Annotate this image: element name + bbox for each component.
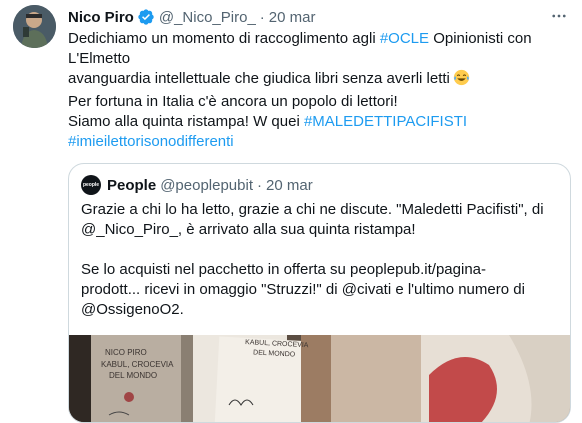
more-options-icon[interactable]	[548, 5, 570, 27]
quoted-tweet-date: 20 mar	[266, 176, 313, 194]
author-handle[interactable]: @_Nico_Piro_	[159, 9, 256, 26]
laughing-tears-emoji-icon	[453, 69, 470, 92]
text-line: @_Nico_Piro_, è arrivato alla sua quinta…	[81, 221, 416, 238]
quoted-tweet-header: people People @peoplepubit · 20 mar	[81, 175, 313, 195]
text-segment: Per fortuna in Italia c'è ancora un popo…	[68, 93, 398, 110]
separator-dot: ·	[257, 176, 262, 194]
hashtag-link[interactable]: #OCLE	[380, 30, 429, 47]
book-title-line: DEL MONDO	[109, 371, 157, 380]
book-author: NICO PIRO	[105, 348, 147, 357]
text-line: prodott... ricevi in omaggio "Struzzi!" …	[81, 281, 525, 298]
verified-badge-icon	[137, 8, 155, 26]
quoted-author-name: People	[107, 176, 157, 194]
text-line: Grazie a chi lo ha letto, grazie a chi n…	[81, 201, 544, 218]
quoted-author-handle: @peoplepubit	[160, 176, 253, 194]
text-segment: Opinionisti con	[429, 30, 532, 47]
tweet-text: Dedichiamo un momento di raccoglimento a…	[68, 29, 573, 152]
text-line: Dedichiamo un momento di raccoglimento a…	[68, 29, 573, 49]
quoted-media-image[interactable]: NICO PIRO KABUL, CROCEVIA DEL MONDO KABU…	[69, 335, 570, 422]
text-line: L'Elmetto	[68, 49, 573, 69]
hashtag-link[interactable]: #imieilettorisonodifferenti	[68, 133, 234, 150]
tweet-date[interactable]: 20 mar	[269, 9, 316, 26]
text-segment: Dedichiamo un momento di raccoglimento a…	[68, 30, 380, 47]
text-line: @OssigenoO2.	[81, 301, 184, 318]
text-segment: avanguardia intellettuale che giudica li…	[68, 70, 450, 87]
separator-dot: ·	[259, 8, 265, 26]
tweet[interactable]: Nico Piro @_Nico_Piro_ · 20 mar Dedichia…	[0, 0, 582, 423]
author-name[interactable]: Nico Piro	[68, 9, 134, 26]
hashtag-link[interactable]: #MALEDETTIPACIFISTI	[304, 113, 467, 130]
quoted-avatar: people	[81, 175, 101, 195]
quoted-tweet[interactable]: people People @peoplepubit · 20 mar Graz…	[68, 163, 571, 423]
text-line: Per fortuna in Italia c'è ancora un popo…	[68, 92, 573, 112]
text-segment: Siamo alla quinta ristampa! W quei	[68, 113, 304, 130]
tweet-header: Nico Piro @_Nico_Piro_ · 20 mar	[68, 6, 315, 28]
text-line	[81, 240, 559, 260]
text-segment: L'Elmetto	[68, 50, 131, 67]
text-line: Se lo acquisti nel pacchetto in offerta …	[81, 261, 486, 278]
avatar[interactable]	[13, 5, 56, 48]
quoted-tweet-text: Grazie a chi lo ha letto, grazie a chi n…	[81, 200, 559, 320]
text-line: #imieilettorisonodifferenti	[68, 132, 573, 152]
text-line: Siamo alla quinta ristampa! W quei #MALE…	[68, 112, 573, 132]
book-title-line: KABUL, CROCEVIA	[101, 360, 174, 369]
text-line: avanguardia intellettuale che giudica li…	[68, 69, 573, 92]
